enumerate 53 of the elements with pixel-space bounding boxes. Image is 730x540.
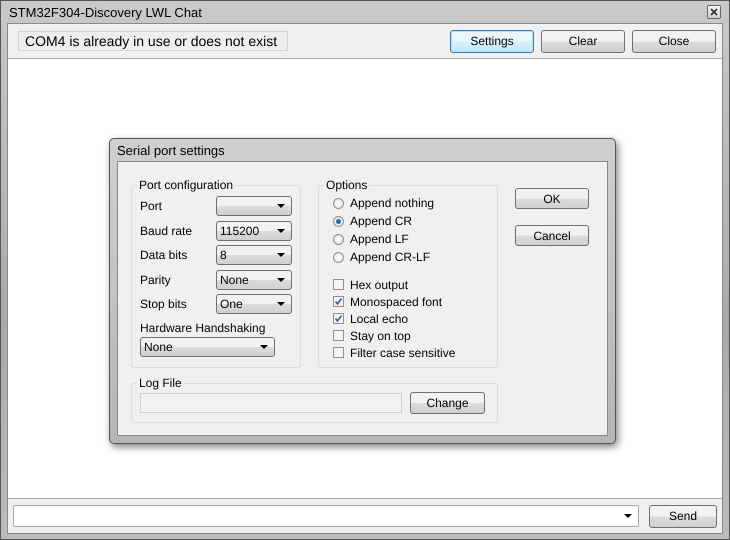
radio-button[interactable] <box>333 234 344 244</box>
window-title: STM32F304-Discovery LWL Chat <box>8 4 202 20</box>
dialog-button[interactable]: OK <box>515 188 589 209</box>
dropdown[interactable]: 115200 <box>216 220 292 241</box>
group-title: Options <box>325 178 368 192</box>
dropdown[interactable]: 8 <box>216 245 292 266</box>
radio-button[interactable] <box>333 198 344 208</box>
radio-label: Append CR <box>350 214 412 228</box>
field-label: Baud rate <box>140 224 192 238</box>
dropdown[interactable]: One <box>216 294 292 314</box>
checkbox[interactable] <box>333 330 344 341</box>
group-title: Log File <box>138 376 183 390</box>
checkbox[interactable] <box>333 347 344 358</box>
caret-icon <box>260 344 268 348</box>
field-label: Hardware Handshaking <box>140 320 266 334</box>
checkbox-label: Monospaced font <box>350 294 442 308</box>
toolbar-button[interactable]: Settings <box>450 30 534 52</box>
caret-icon <box>277 228 285 233</box>
radio-label: Append nothing <box>350 196 434 210</box>
toolbar-button[interactable]: Clear <box>541 30 625 52</box>
log-file-field[interactable] <box>140 393 402 413</box>
checkbox-label: Hex output <box>350 278 408 292</box>
change-button[interactable]: Change <box>410 392 485 414</box>
caret-icon <box>277 278 285 282</box>
radio-button[interactable] <box>333 252 344 262</box>
checkbox-label: Local echo <box>350 312 408 326</box>
field-label: Data bits <box>140 248 188 262</box>
dialog-title: Serial port settings <box>117 142 225 158</box>
caret-icon <box>277 302 285 306</box>
checkbox-label: Filter case sensitive <box>350 346 456 360</box>
field-label: Parity <box>140 272 171 287</box>
dropdown[interactable] <box>216 196 292 216</box>
status-field: COM4 is already in use or does not exist <box>18 31 288 51</box>
caret-icon <box>277 253 285 258</box>
caret-icon <box>624 514 632 518</box>
caret-icon <box>277 204 285 208</box>
checkbox[interactable] <box>333 279 344 290</box>
dialog-button[interactable]: Cancel <box>515 225 589 246</box>
toolbar-button[interactable]: Close <box>632 30 716 52</box>
group-title: Port configuration <box>138 178 234 192</box>
close-icon[interactable] <box>707 5 721 19</box>
radio-label: Append CR-LF <box>350 250 430 264</box>
field-label: Port <box>140 199 162 214</box>
checkbox[interactable] <box>333 296 344 307</box>
send-button[interactable]: Send <box>649 504 717 528</box>
field-label: Stop bits <box>140 297 187 312</box>
dropdown[interactable]: None <box>140 336 275 356</box>
message-field[interactable] <box>13 505 639 527</box>
dropdown[interactable]: None <box>216 270 292 290</box>
radio-button[interactable] <box>333 216 344 226</box>
checkbox[interactable] <box>333 313 344 324</box>
radio-label: Append LF <box>350 232 409 246</box>
checkbox-label: Stay on top <box>350 328 411 342</box>
